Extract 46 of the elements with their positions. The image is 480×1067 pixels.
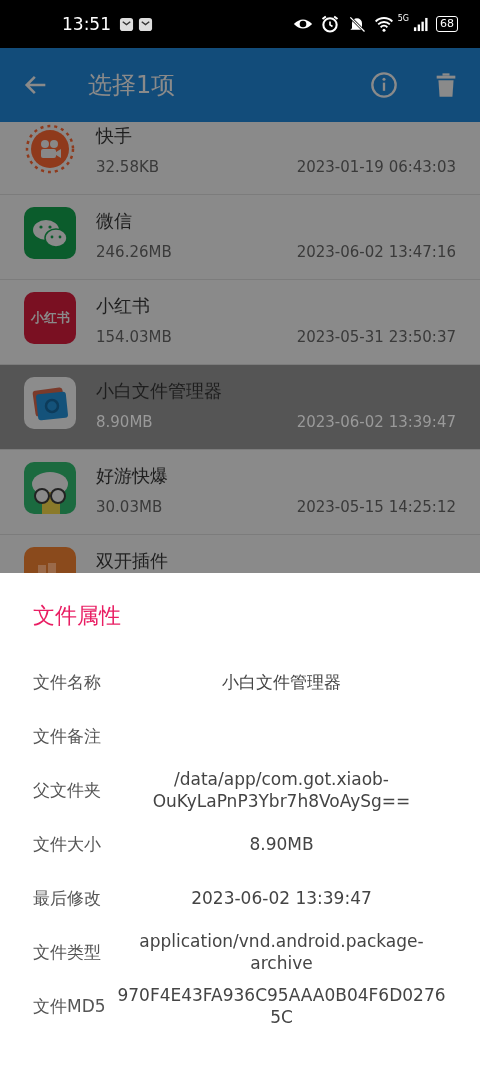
notification-icon	[138, 16, 153, 32]
file-row[interactable]: 好游快爆 30.03MB 2023-05-15 14:25:12	[0, 450, 480, 535]
signal-icon	[413, 16, 428, 32]
property-value: 2023-06-02 13:39:47	[190, 887, 373, 909]
property-label: 文件类型	[33, 940, 102, 964]
folder-app-icon	[24, 377, 76, 429]
property-value: 小白文件管理器	[221, 671, 342, 693]
property-value: application/vnd.android.package-archive	[138, 930, 425, 974]
screen-title: 选择1项	[88, 70, 176, 101]
modified-date: 2023-01-19 06:43:03	[296, 158, 456, 176]
modified-date: 2023-05-31 23:50:37	[296, 328, 456, 346]
modified-date: 2023-05-15 14:25:12	[296, 498, 456, 516]
file-size: 154.03MB	[96, 328, 172, 346]
property-value: 8.90MB	[248, 833, 315, 855]
file-size: 32.58KB	[96, 158, 160, 176]
info-icon[interactable]	[370, 71, 398, 99]
file-name: 好游快爆	[96, 464, 169, 488]
file-name: 小红书	[96, 294, 151, 318]
modified-date: 2023-06-02 13:47:16	[296, 243, 456, 261]
property-label: 文件名称	[33, 670, 102, 694]
notification-icon	[119, 16, 134, 32]
property-label: 父文件夹	[33, 778, 102, 802]
modified-date: 2023-06-02 13:39:47	[296, 413, 456, 431]
file-size: 246.26MB	[96, 243, 172, 261]
cartoon-app-icon	[24, 462, 76, 514]
clock: 13:51	[62, 14, 111, 34]
property-label: 文件大小	[33, 832, 102, 856]
file-name: 双开插件	[96, 549, 169, 573]
file-size: 30.03MB	[96, 498, 163, 516]
dialog-title: 文件属性	[33, 602, 122, 630]
chat-bubbles-icon	[24, 207, 76, 259]
file-row[interactable]: 快手 32.58KB 2023-01-19 06:43:03	[0, 122, 480, 195]
property-label: 文件备注	[33, 724, 102, 748]
property-label: 文件MD5	[33, 994, 107, 1018]
battery-indicator: 68	[436, 16, 458, 32]
file-size: 8.90MB	[96, 413, 153, 431]
file-name: 快手	[96, 124, 133, 148]
property-value: 970F4E43FA936C95AAA0B04F6D02765C	[116, 984, 447, 1028]
file-name: 微信	[96, 209, 133, 233]
app-logo: 小红书	[24, 292, 76, 344]
wifi-icon	[373, 14, 394, 34]
property-value: /data/app/com.got.xiaob-OuKyLaPnP3Ybr7h8VoAySg==	[151, 768, 412, 812]
alarm-icon	[319, 14, 340, 34]
property-label: 最后修改	[33, 886, 102, 910]
file-row[interactable]: 微信 246.26MB 2023-06-02 13:47:16	[0, 195, 480, 280]
network-label: 5G	[397, 14, 409, 23]
